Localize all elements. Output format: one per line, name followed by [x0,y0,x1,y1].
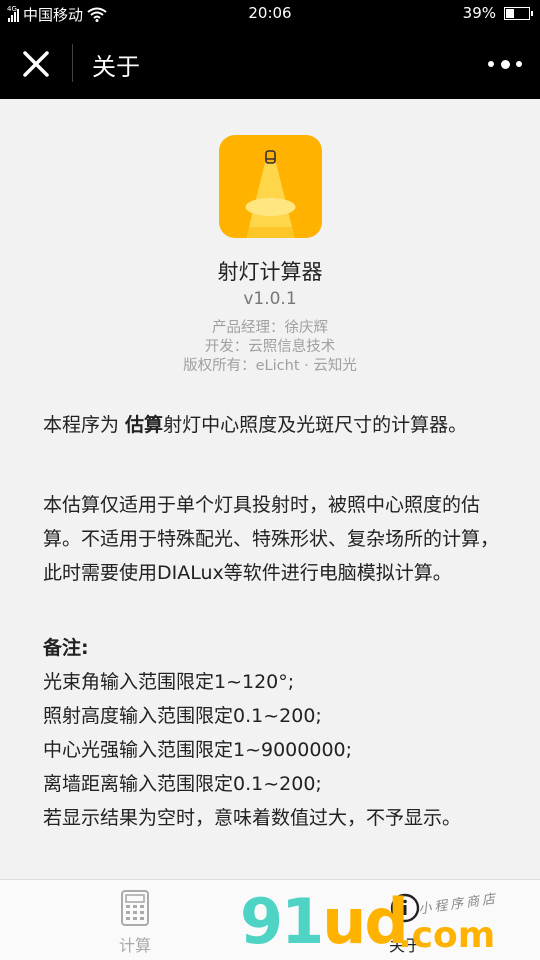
watermark-subtitle: 小程序商店 [417,891,499,918]
nav-bar: 关于 [0,28,540,99]
spotlight-icon [219,135,322,238]
notes-title: 备注: [43,637,89,659]
watermark-text: 91ud [240,885,409,958]
nav-divider [72,44,73,82]
more-button[interactable] [488,54,522,74]
app-version: v1.0.1 [243,289,297,309]
more-dots-icon [488,59,522,69]
desc-text: 射灯中心照度及光斑尺寸的计算器。 [163,414,468,436]
app-name: 射灯计算器 [217,260,323,284]
watermark-part: 91 [240,885,324,958]
copyright: 版权所有：eLicht · 云知光 [183,358,357,374]
battery-percent: 39% [462,4,496,22]
note-item: 离墙距离输入范围限定0.1~200; [43,773,322,795]
description-paragraph-2: 本估算仅适用于单个灯具投射时，被照中心照度的估算。不适用于特殊配光、特殊形状、复… [43,494,500,584]
battery-fill [506,8,515,18]
status-time: 20:06 [248,4,292,22]
watermark-logo: 91ud .com 小程序商店 [240,885,540,960]
watermark-domain: .com [398,915,496,956]
watermark-part: ud [322,885,409,958]
desc-text: 本程序为 [43,414,126,436]
calculator-icon [121,890,149,926]
tab-calculate[interactable]: 计算 [75,880,195,960]
developer: 开发：云照信息技术 [204,339,336,355]
page-title: 关于 [92,53,140,81]
status-right: 39% [462,4,533,22]
tab-label: 计算 [118,936,151,955]
note-item: 照射高度输入范围限定0.1~200; [43,705,322,727]
battery-icon [504,6,533,20]
desc-bold: 估算 [125,414,164,436]
note-item: 中心光强输入范围限定1~9000000; [43,739,353,761]
status-bar: 4G 中国移动 20:06 39% [0,0,540,28]
description-paragraph-1: 本程序为 估算射灯中心照度及光斑尺寸的计算器。 [43,408,508,442]
close-button[interactable] [20,48,52,80]
note-item: 光束角输入范围限定1~120°; [43,671,295,693]
about-content: 射灯计算器 v1.0.1 产品经理：徐庆辉 开发：云照信息技术 版权所有：eLi… [0,99,540,879]
product-manager: 产品经理：徐庆辉 [212,320,328,336]
close-icon [23,51,49,77]
note-item: 若显示结果为空时，意味着数值过大，不予显示。 [43,807,462,829]
notes-section: 备注: 光束角输入范围限定1~120°; 照射高度输入范围限定0.1~200; … [43,631,508,835]
